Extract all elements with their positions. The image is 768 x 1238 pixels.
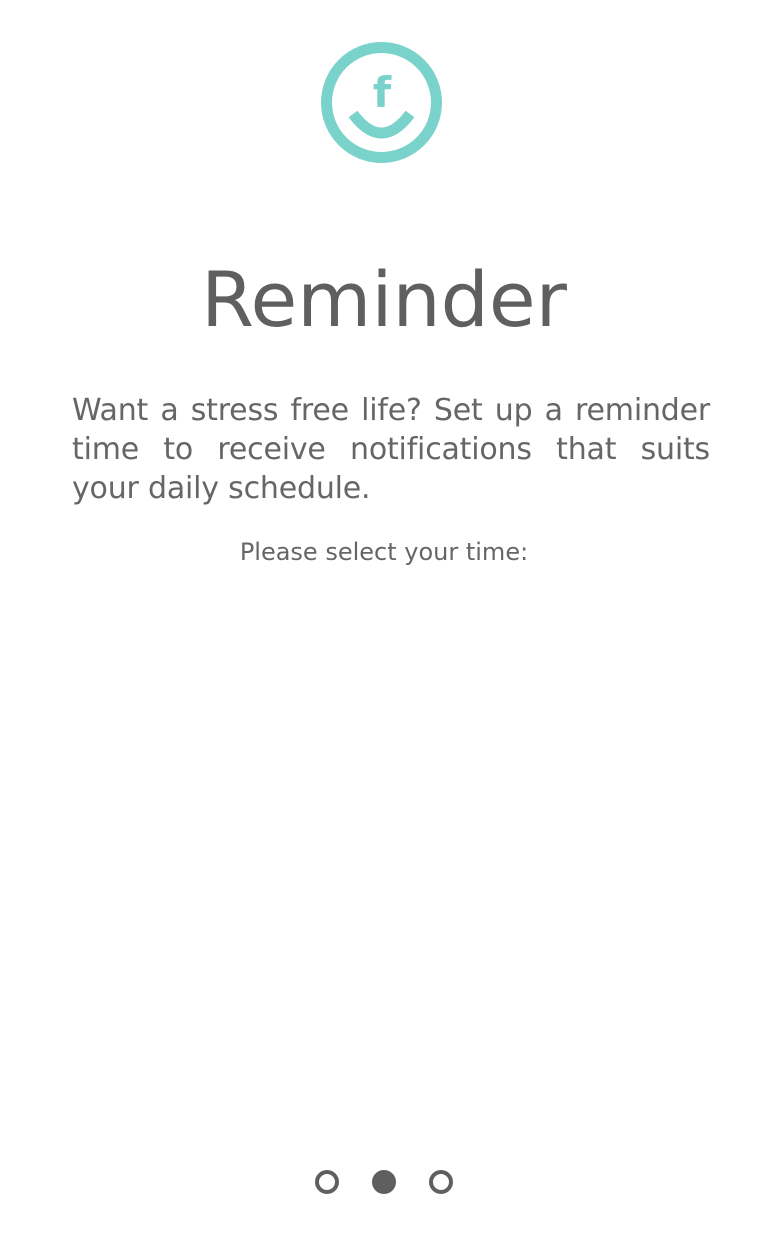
smiley-logo-icon: f xyxy=(321,42,442,163)
app-logo: f xyxy=(320,41,443,164)
description-text: Want a stress free life? Set up a remind… xyxy=(72,393,710,506)
page-title: Reminder xyxy=(201,255,567,344)
page-dot-2-active[interactable] xyxy=(372,1170,396,1194)
page-dot-1[interactable] xyxy=(315,1170,339,1194)
page-dot-3[interactable] xyxy=(429,1170,453,1194)
time-select-prompt: Please select your time: xyxy=(239,538,529,566)
page-indicator xyxy=(0,1170,768,1195)
logo-letter: f xyxy=(373,68,392,117)
